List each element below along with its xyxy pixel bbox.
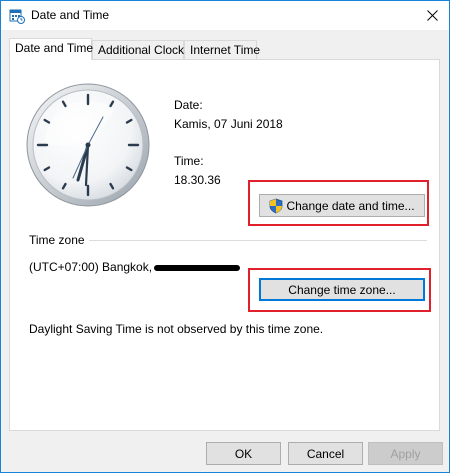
change-time-zone-label: Change time zone... <box>288 282 396 297</box>
dst-note: Daylight Saving Time is not observed by … <box>29 322 324 336</box>
redaction-mark <box>154 264 241 271</box>
datetime-app-icon <box>9 9 25 24</box>
cancel-button[interactable]: Cancel <box>288 442 363 465</box>
timezone-heading: Time zone <box>29 233 85 247</box>
ok-button[interactable]: OK <box>206 442 281 465</box>
tab-internet-time[interactable]: Internet Time <box>184 40 260 59</box>
change-date-time-label: Change date and time... <box>286 198 415 213</box>
title-bar[interactable]: Date and Time <box>1 1 449 30</box>
date-value: Kamis, 07 Juni 2018 <box>174 117 283 131</box>
time-value: 18.30.36 <box>174 173 221 187</box>
change-date-time-button[interactable]: Change date and time... <box>259 194 425 217</box>
close-icon <box>426 10 438 21</box>
change-time-zone-button[interactable]: Change time zone... <box>259 278 425 301</box>
tab-date-and-time[interactable]: Date and Time <box>9 38 93 60</box>
window-title: Date and Time <box>31 8 110 22</box>
timezone-divider <box>89 240 427 241</box>
timezone-value: (UTC+07:00) Bangkok, <box>29 260 241 274</box>
time-label: Time: <box>174 154 204 168</box>
analog-clock <box>26 83 150 207</box>
tab-additional-clocks[interactable]: Additional Clocks <box>92 40 190 59</box>
apply-button[interactable]: Apply <box>368 442 443 465</box>
uac-shield-icon <box>270 198 283 213</box>
date-time-window: Date and Time Date and Time Additional C… <box>0 0 450 473</box>
date-label: Date: <box>174 98 203 112</box>
tab-panel: Date: Kamis, 07 Juni 2018 Time: 18.30.36… <box>9 59 440 431</box>
close-button[interactable] <box>415 1 449 30</box>
